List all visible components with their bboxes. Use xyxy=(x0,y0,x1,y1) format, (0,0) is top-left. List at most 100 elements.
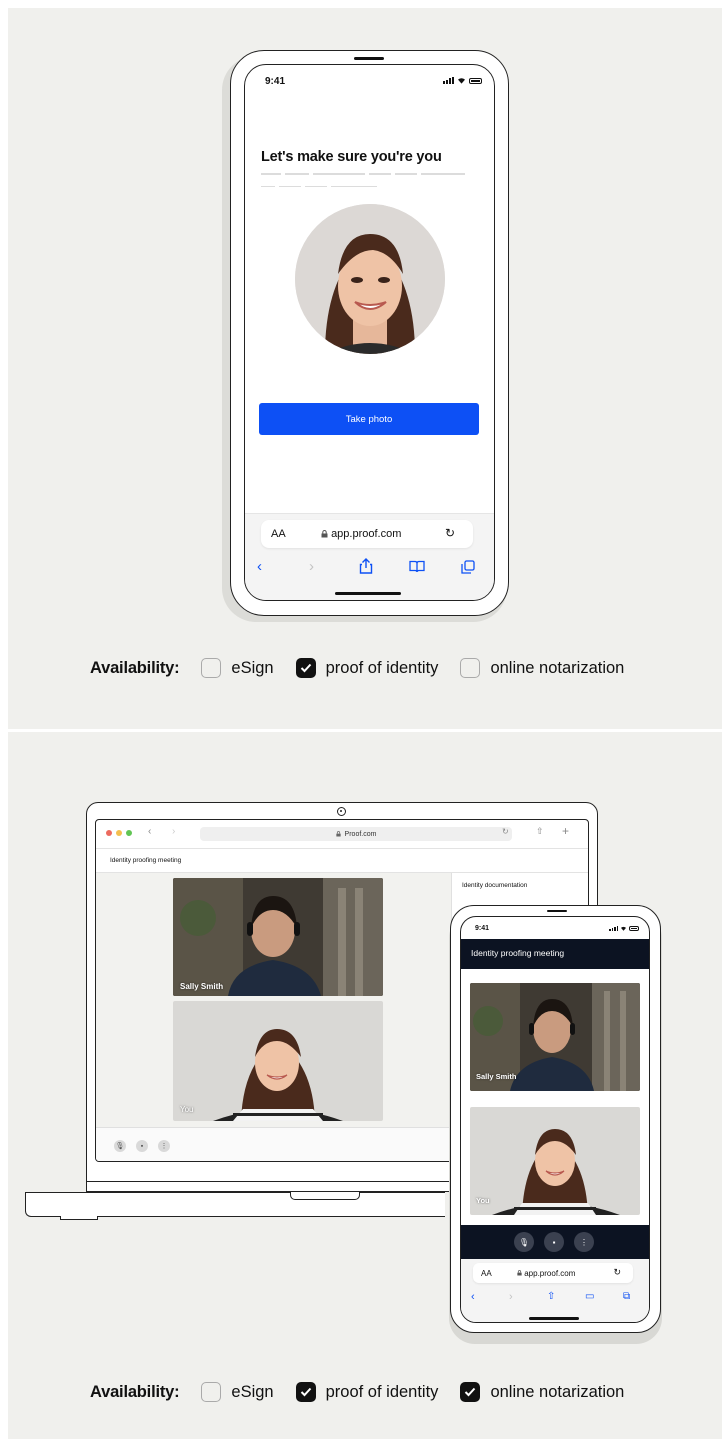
reload-icon[interactable]: ↻ xyxy=(502,827,509,836)
option-proof-of-identity[interactable]: proof of identity xyxy=(295,658,438,678)
participant-name: Sally Smith xyxy=(476,1072,517,1081)
checkbox-checked[interactable] xyxy=(295,658,316,678)
video-area: Sally Smith You xyxy=(461,969,649,1225)
participant-name: You xyxy=(476,1196,490,1205)
address-bar[interactable]: AA app.proof.com ↻ xyxy=(261,520,473,548)
option-online-notarization[interactable]: online notarization xyxy=(460,658,624,678)
home-indicator xyxy=(335,592,401,595)
availability-title: Availability: xyxy=(90,658,180,677)
status-time: 9:41 xyxy=(475,925,490,932)
checkmark-icon xyxy=(465,1387,476,1397)
mobile-browser-bar: AA app.proof.com ↻ ‹ › xyxy=(245,513,494,600)
text-size-button[interactable]: AA xyxy=(271,528,286,540)
checkbox-unchecked[interactable] xyxy=(201,1382,222,1402)
battery-icon xyxy=(469,78,482,84)
minimize-window-icon[interactable] xyxy=(116,830,122,836)
lock-icon xyxy=(517,1270,522,1276)
close-window-icon[interactable] xyxy=(106,830,112,836)
bookmarks-icon[interactable] xyxy=(409,560,425,573)
reload-icon[interactable]: ↻ xyxy=(445,526,455,540)
checkbox-checked[interactable] xyxy=(295,1382,316,1402)
mic-icon[interactable]: 🎙 xyxy=(514,1232,534,1252)
option-proof-of-identity[interactable]: proof of identity xyxy=(295,1382,439,1402)
availability-title: Availability: xyxy=(90,1382,180,1401)
more-icon[interactable]: ⋮ xyxy=(158,1140,170,1152)
checkbox-checked[interactable] xyxy=(460,1382,481,1402)
mobile-browser-bar: AA app.proof.com ↻ ‹ › ⇧ ▭ ⧉ xyxy=(461,1259,649,1322)
availability-row: Availability: eSign proof of identity on… xyxy=(90,656,646,680)
status-icons xyxy=(609,926,639,931)
status-bar: 9:41 xyxy=(245,65,494,93)
desktop-address-bar[interactable]: Proof.com xyxy=(200,827,512,841)
selfie-photo xyxy=(295,204,445,354)
identity-meeting-panel: ‹ › Proof.com ↻ ⇧ + Identity proofing me… xyxy=(8,732,722,1439)
url-label: app.proof.com xyxy=(331,528,402,540)
forward-icon[interactable]: › xyxy=(172,826,175,837)
checkmark-icon xyxy=(300,663,311,673)
video-tile-self: You xyxy=(173,1001,383,1121)
tabs-icon[interactable] xyxy=(461,560,475,574)
sidebar-title: Identity documentation xyxy=(462,882,528,889)
more-icon[interactable]: ⋮ xyxy=(574,1232,594,1252)
checkbox-unchecked[interactable] xyxy=(201,658,222,678)
option-esign[interactable]: eSign xyxy=(201,1382,274,1402)
back-icon[interactable]: ‹ xyxy=(257,558,262,575)
text-size-button[interactable]: AA xyxy=(481,1269,492,1278)
laptop-foot xyxy=(60,1216,98,1220)
participant-name: You xyxy=(180,1105,194,1114)
phone-speaker xyxy=(354,57,384,60)
video-tile-agent: Sally Smith xyxy=(173,878,383,996)
battery-icon xyxy=(629,926,639,931)
chat-icon[interactable]: ▪ xyxy=(136,1140,148,1152)
address-url: Proof.com xyxy=(344,830,377,838)
tabs-icon[interactable]: ⧉ xyxy=(623,1291,630,1302)
take-photo-button[interactable]: Take photo xyxy=(259,403,479,435)
back-icon[interactable]: ‹ xyxy=(471,1291,475,1303)
share-icon[interactable]: ⇧ xyxy=(536,826,544,837)
option-label: online notarization xyxy=(490,658,625,677)
share-icon[interactable]: ⇧ xyxy=(547,1291,555,1302)
address-url[interactable]: app.proof.com xyxy=(517,1269,575,1278)
browser-nav-row: ‹ › xyxy=(245,558,494,578)
lock-icon xyxy=(321,530,328,538)
wifi-icon xyxy=(621,926,626,931)
phone-mockup: 9:41 Let's make sure you're you Take pho… xyxy=(230,50,509,616)
meeting-controls: 🎙 ▪ ⋮ xyxy=(96,1127,451,1161)
status-icons xyxy=(443,77,482,84)
reload-icon[interactable]: ↻ xyxy=(613,1267,621,1278)
address-bar[interactable]: AA app.proof.com ↻ xyxy=(473,1263,633,1283)
option-label: eSign xyxy=(231,658,274,677)
laptop-notch xyxy=(290,1192,360,1200)
share-icon[interactable] xyxy=(359,558,373,574)
participant-name: Sally Smith xyxy=(180,982,224,991)
checkbox-unchecked[interactable] xyxy=(460,658,481,678)
maximize-window-icon[interactable] xyxy=(126,830,132,836)
mic-icon[interactable]: 🎙 xyxy=(114,1140,126,1152)
page-title: Let's make sure you're you xyxy=(261,149,442,165)
meeting-title: Identity proofing meeting xyxy=(110,857,182,864)
identity-selfie-panel: 9:41 Let's make sure you're you Take pho… xyxy=(8,8,722,729)
option-label: proof of identity xyxy=(325,1382,439,1401)
forward-icon[interactable]: › xyxy=(509,1291,513,1303)
video-area: Sally Smith You xyxy=(96,873,451,1127)
forward-icon[interactable]: › xyxy=(309,558,314,575)
wifi-icon xyxy=(458,78,465,84)
option-label: eSign xyxy=(231,1382,274,1401)
webcam-icon xyxy=(337,807,346,816)
meeting-controls: 🎙 ▪ ⋮ xyxy=(461,1225,649,1259)
signal-icon xyxy=(443,77,454,84)
new-tab-icon[interactable]: + xyxy=(562,824,569,838)
phone-screen: 9:41 Let's make sure you're you Take pho… xyxy=(244,64,495,601)
back-icon[interactable]: ‹ xyxy=(148,826,151,837)
checkmark-icon xyxy=(300,1387,311,1397)
chat-icon[interactable]: ▪ xyxy=(544,1232,564,1252)
bookmarks-icon[interactable]: ▭ xyxy=(585,1291,594,1302)
home-indicator xyxy=(529,1317,579,1320)
status-bar: 9:41 xyxy=(461,917,649,939)
option-esign[interactable]: eSign xyxy=(201,658,274,678)
laptop-base xyxy=(25,1192,445,1217)
video-tile-self: You xyxy=(470,1107,640,1215)
address-url[interactable]: app.proof.com xyxy=(321,528,401,540)
option-online-notarization[interactable]: online notarization xyxy=(460,1382,624,1402)
meeting-header: Identity proofing meeting xyxy=(96,848,588,873)
